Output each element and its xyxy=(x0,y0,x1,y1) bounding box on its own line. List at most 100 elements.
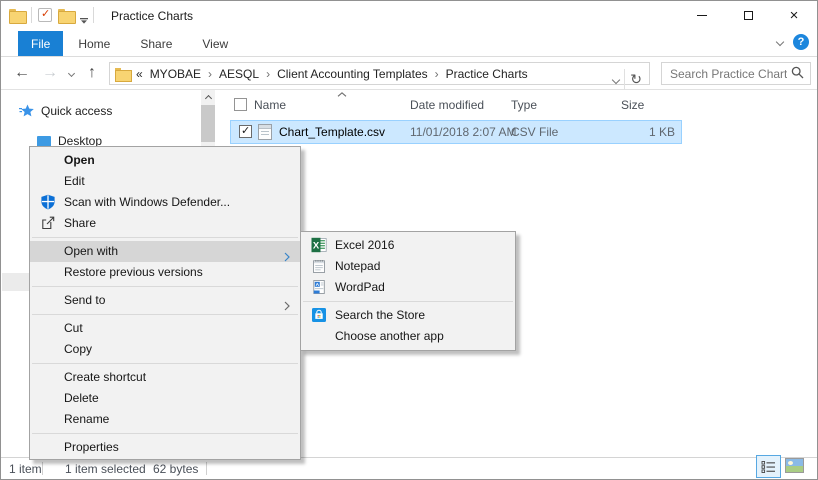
check-glyph: ✓ xyxy=(41,7,50,20)
notepad-icon xyxy=(311,258,327,274)
details-view-button[interactable] xyxy=(756,455,781,478)
window-controls: × xyxy=(679,1,817,30)
submenu-item-label: Choose another app xyxy=(335,329,444,343)
menu-item-properties[interactable]: Properties xyxy=(30,437,300,458)
submenu-item-notepad[interactable]: Notepad xyxy=(301,256,515,277)
qat-caret-icon[interactable] xyxy=(80,13,87,17)
address-dropdown-icon[interactable] xyxy=(612,75,620,83)
file-row-selected[interactable]: ✓ Chart_Template.csv 11/01/2018 2:07 AM … xyxy=(230,120,682,144)
tab-file[interactable]: File xyxy=(18,31,63,56)
breadcrumb: « MYOBAE › AESQL › Client Accounting Tem… xyxy=(136,67,528,81)
properties-check-icon[interactable]: ✓ xyxy=(38,8,52,22)
thumbnail-view-button[interactable] xyxy=(785,458,804,473)
check-icon: ✓ xyxy=(241,124,250,137)
submenu-item-excel[interactable]: X Excel 2016 xyxy=(301,235,515,256)
address-bar[interactable]: « MYOBAE › AESQL › Client Accounting Tem… xyxy=(109,62,650,85)
row-checkbox[interactable]: ✓ xyxy=(239,125,252,138)
minimize-button[interactable] xyxy=(679,1,725,30)
location-folder-icon xyxy=(115,68,130,80)
menu-item-delete[interactable]: Delete xyxy=(30,388,300,409)
defender-shield-icon xyxy=(40,194,56,210)
menu-item-open[interactable]: Open xyxy=(30,150,300,171)
address-divider xyxy=(624,69,625,90)
share-icon xyxy=(40,215,56,231)
menu-item-send-to[interactable]: Send to xyxy=(30,290,300,311)
column-header-date-modified[interactable]: Date modified xyxy=(410,98,484,112)
menu-item-copy[interactable]: Copy xyxy=(30,339,300,360)
menu-item-open-with[interactable]: Open with xyxy=(30,241,300,262)
scrollbar-up-arrow[interactable] xyxy=(201,90,215,106)
menu-item-create-shortcut[interactable]: Create shortcut xyxy=(30,367,300,388)
menu-separator xyxy=(32,314,298,315)
tab-file-label: File xyxy=(31,37,50,51)
breadcrumb-item[interactable]: Client Accounting Templates xyxy=(277,67,428,81)
forward-button[interactable]: → xyxy=(39,60,61,86)
menu-separator xyxy=(303,301,513,302)
menu-separator xyxy=(32,433,298,434)
menu-item-rename[interactable]: Rename xyxy=(30,409,300,430)
titlebar-divider xyxy=(31,7,32,23)
breadcrumb-item[interactable]: Practice Charts xyxy=(446,67,528,81)
file-size: 1 KB xyxy=(581,125,675,139)
menu-item-share[interactable]: Share xyxy=(30,213,300,234)
menu-item-restore-versions[interactable]: Restore previous versions xyxy=(30,262,300,283)
submenu-item-choose-another-app[interactable]: Choose another app xyxy=(301,326,515,347)
breadcrumb-separator-icon[interactable]: › xyxy=(266,67,270,81)
menu-item-label: Open xyxy=(64,153,95,167)
scrollbar-thumb[interactable] xyxy=(201,105,215,142)
menu-item-label: Create shortcut xyxy=(64,370,146,384)
app-folder-icon[interactable] xyxy=(9,9,25,22)
forward-icon: → xyxy=(42,64,58,82)
maximize-button[interactable] xyxy=(725,1,771,30)
submenu-item-search-store[interactable]: Search the Store xyxy=(301,305,515,326)
menu-item-cut[interactable]: Cut xyxy=(30,318,300,339)
ribbon-right-controls: ? xyxy=(777,34,809,50)
csv-file-icon xyxy=(258,124,272,140)
back-button[interactable]: ← xyxy=(11,60,33,86)
recent-locations-button[interactable] xyxy=(64,60,78,86)
breadcrumb-separator-icon[interactable]: › xyxy=(435,67,439,81)
status-divider xyxy=(42,462,43,475)
close-icon: × xyxy=(790,8,799,23)
search-icon[interactable] xyxy=(791,66,804,82)
sidebar-item-quick-access[interactable]: Quick access xyxy=(19,104,112,118)
submenu-item-label: Search the Store xyxy=(335,308,425,322)
close-button[interactable]: × xyxy=(771,1,817,30)
menu-item-label: Properties xyxy=(64,440,119,454)
menu-separator xyxy=(32,237,298,238)
menu-item-edit[interactable]: Edit xyxy=(30,171,300,192)
submenu-item-label: Excel 2016 xyxy=(335,238,394,252)
submenu-item-wordpad[interactable]: A WordPad xyxy=(301,277,515,298)
sidebar-item-label: Quick access xyxy=(41,104,112,118)
sort-ascending-icon xyxy=(337,92,347,97)
menu-item-label: Copy xyxy=(64,342,92,356)
menu-item-label: Share xyxy=(64,216,96,230)
status-selection-size: 62 bytes xyxy=(153,462,198,476)
ribbon-collapse-icon[interactable] xyxy=(776,38,784,46)
column-header-size[interactable]: Size xyxy=(621,98,644,112)
breadcrumb-overflow[interactable]: « xyxy=(136,67,143,81)
file-date-modified: 11/01/2018 2:07 AM xyxy=(410,125,517,139)
sidebar-selected-item-partial[interactable] xyxy=(2,273,29,291)
column-header-type[interactable]: Type xyxy=(511,98,537,112)
tab-share-label: Share xyxy=(140,37,172,51)
up-button[interactable]: ↑ xyxy=(81,60,103,86)
column-header-name[interactable]: Name xyxy=(254,98,286,112)
tab-home[interactable]: Home xyxy=(63,31,125,56)
menu-item-label: Rename xyxy=(64,412,109,426)
svg-text:X: X xyxy=(313,241,320,252)
new-folder-icon[interactable] xyxy=(58,9,74,22)
breadcrumb-item[interactable]: MYOBAE xyxy=(150,67,201,81)
refresh-icon[interactable]: ↻ xyxy=(630,72,649,88)
help-button[interactable]: ? xyxy=(793,34,809,50)
column-headers: Name Date modified Type Size xyxy=(219,92,817,117)
status-selection: 1 item selected xyxy=(65,462,146,476)
select-all-checkbox[interactable] xyxy=(234,98,247,111)
search-input[interactable] xyxy=(662,67,791,81)
explorer-window: ✓ Practice Charts × File Home Share View… xyxy=(0,0,818,480)
tab-share[interactable]: Share xyxy=(125,31,187,56)
breadcrumb-item[interactable]: AESQL xyxy=(219,67,259,81)
menu-item-scan-defender[interactable]: Scan with Windows Defender... xyxy=(30,192,300,213)
breadcrumb-separator-icon[interactable]: › xyxy=(208,67,212,81)
tab-view[interactable]: View xyxy=(187,31,243,56)
